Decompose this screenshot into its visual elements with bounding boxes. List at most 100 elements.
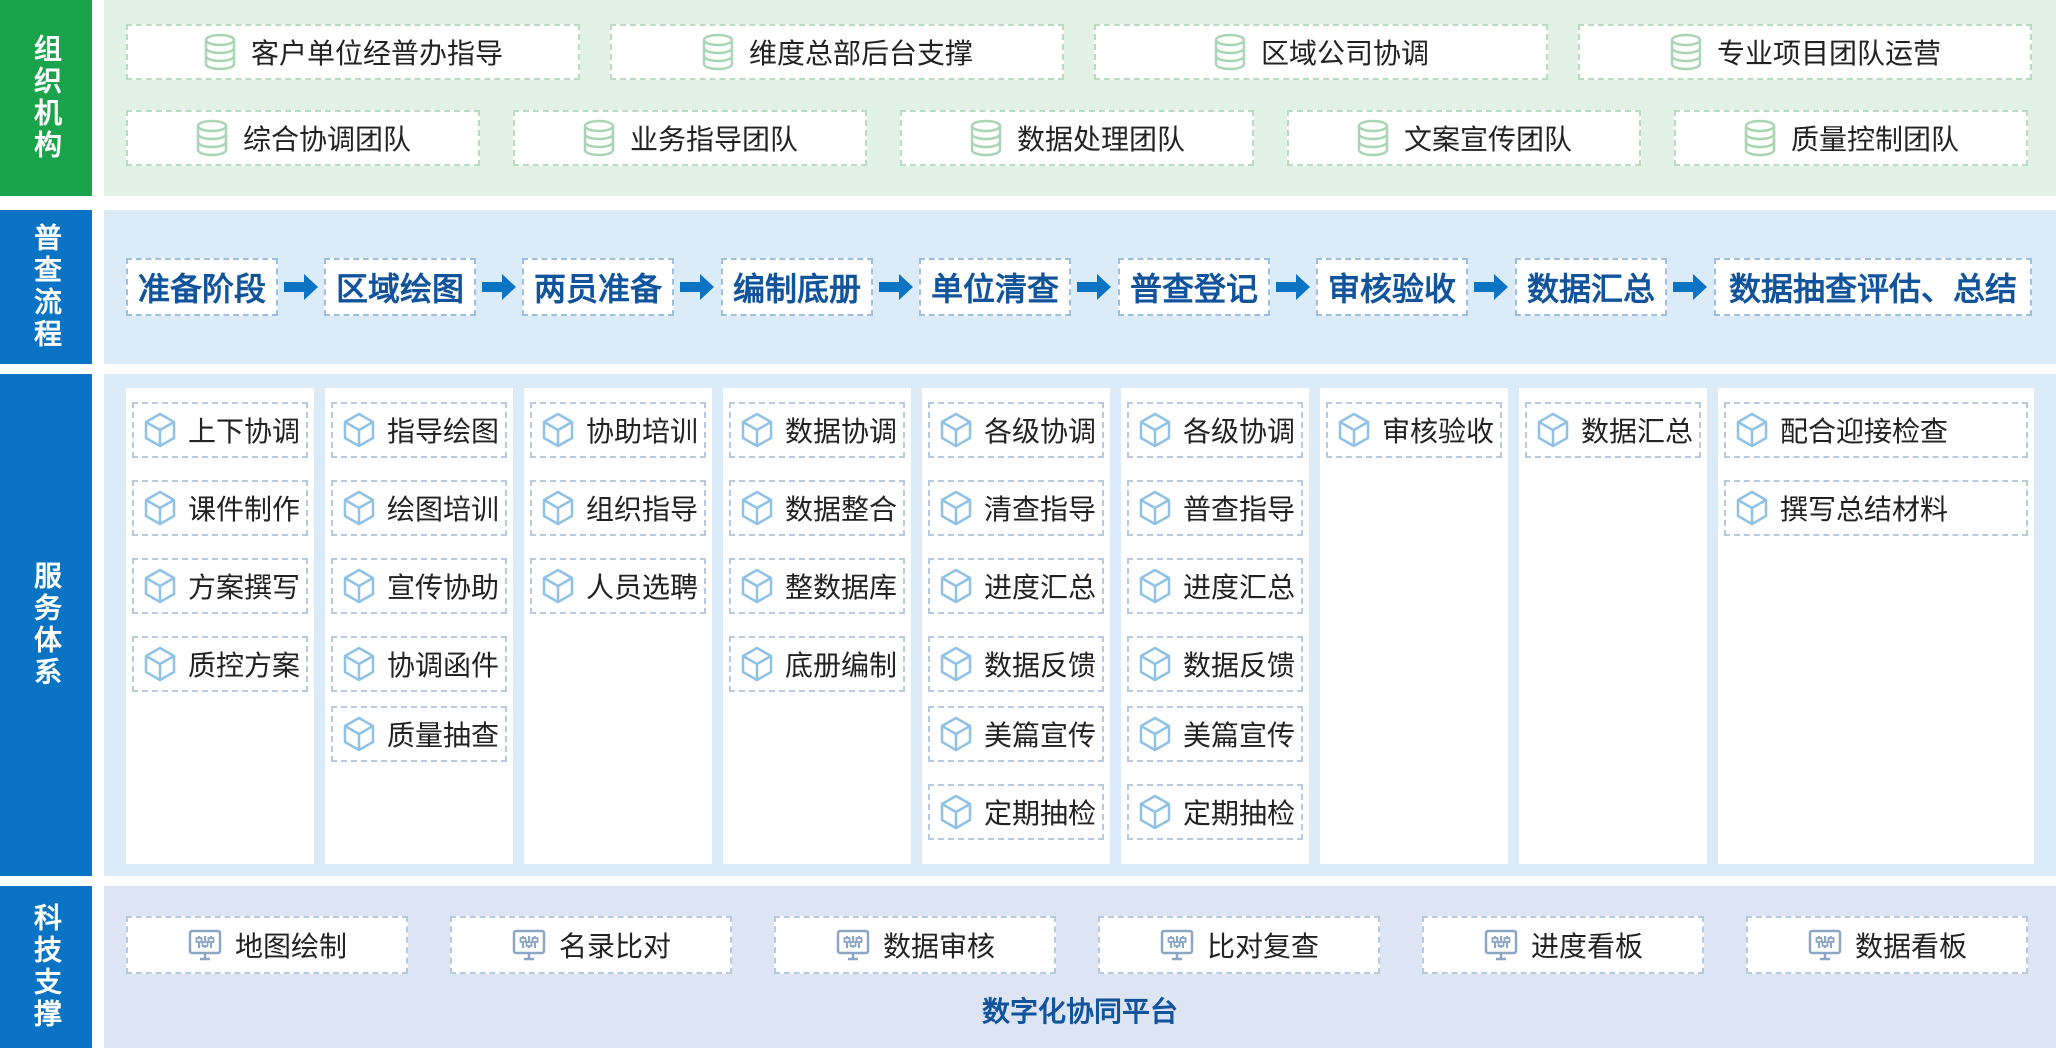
org-panel: 客户单位经普办指导 维度总部后台支撑 区域公司协调 专业项目团队运营 综合协调团队 业务指… xyxy=(104,0,2056,196)
cube-icon xyxy=(341,411,377,449)
service-item: 各级协调 xyxy=(1127,402,1303,458)
monitor-settings-icon xyxy=(1483,928,1519,962)
service-panel: 上下协调 课件制作 方案撰写 质控方案 指导绘图 绘图培训 宣传协助 协调函件 质量抽查 协助培训… xyxy=(104,374,2056,876)
cube-icon xyxy=(1336,411,1372,449)
service-item: 数据汇总 xyxy=(1525,402,1701,458)
service-item: 宣传协助 xyxy=(331,558,507,614)
service-item: 上下协调 xyxy=(132,402,308,458)
tech-item: 数据看板 xyxy=(1746,916,2028,974)
service-column: 各级协调 清查指导 进度汇总 数据反馈 美篇宣传 定期抽检 xyxy=(922,388,1110,864)
org-unit-box-label: 专业项目团队运营 xyxy=(1716,37,1941,70)
process-step: 普查登记 xyxy=(1118,258,1270,316)
process-step: 编制底册 xyxy=(721,258,873,316)
tech-item: 数据审核 xyxy=(774,916,1056,974)
service-item: 清查指导 xyxy=(928,480,1104,536)
cube-icon xyxy=(739,411,775,449)
process-step: 单位清查 xyxy=(919,258,1071,316)
service-item-label: 各级协调 xyxy=(984,415,1097,448)
service-item-label: 审核验收 xyxy=(1382,415,1495,448)
process-step: 审核验收 xyxy=(1316,258,1468,316)
tech-panel: 数字化协同平台 地图绘制 名录比对 数据审核 比对复查 进度看板 数据看板 xyxy=(104,886,2056,1048)
org-unit-box-label: 维度总部后台支撑 xyxy=(748,37,973,70)
cube-icon xyxy=(739,645,775,683)
service-item: 课件制作 xyxy=(132,480,308,536)
org-team-box-label: 质量控制团队 xyxy=(1790,123,1959,156)
database-icon xyxy=(1669,33,1703,71)
service-item: 美篇宣传 xyxy=(1127,706,1303,762)
arrow-right-icon xyxy=(1276,274,1310,300)
service-column: 上下协调课件制作方案撰写质控方案 xyxy=(126,388,314,864)
org-team-box: 文案宣传团队 xyxy=(1287,110,1641,166)
cube-icon xyxy=(1734,411,1770,449)
service-item: 配合迎接检查 xyxy=(1724,402,2028,458)
cube-icon xyxy=(142,567,178,605)
service-column: 各级协调 普查指导 进度汇总 数据反馈 美篇宣传 定期抽检 xyxy=(1121,388,1309,864)
service-item: 指导绘图 xyxy=(331,402,507,458)
service-item-label: 宣传协助 xyxy=(387,571,500,604)
org-team-box: 业务指导团队 xyxy=(513,110,867,166)
cube-icon xyxy=(540,489,576,527)
tech-section: 科技支撑 数字化协同平台 地图绘制 名录比对 数据审核 比对复查 进度看板 数据看板 xyxy=(0,886,2056,1048)
service-item-label: 配合迎接检查 xyxy=(1780,415,1949,448)
cube-icon xyxy=(1137,793,1173,831)
cube-icon xyxy=(142,645,178,683)
tech-item-label: 比对复查 xyxy=(1206,930,1319,963)
org-team-box: 数据处理团队 xyxy=(900,110,1254,166)
org-unit-box-label: 区域公司协调 xyxy=(1260,37,1429,70)
monitor-settings-icon xyxy=(187,928,223,962)
database-icon xyxy=(1356,119,1390,157)
cube-icon xyxy=(1535,411,1571,449)
service-item: 美篇宣传 xyxy=(928,706,1104,762)
cube-icon xyxy=(1137,411,1173,449)
service-item: 定期抽检 xyxy=(928,784,1104,840)
org-section: 组织机构 客户单位经普办指导 维度总部后台支撑 区域公司协调 专业项目团队运营 综合协调… xyxy=(0,0,2056,196)
service-item: 定期抽检 xyxy=(1127,784,1303,840)
cube-icon xyxy=(1734,489,1770,527)
process-section: 普查流程 准备阶段 区域绘图 两员准备 编制底册 单位清查 普查登记 审核验收 数据汇总 数据抽… xyxy=(0,210,2056,364)
org-team-box: 综合协调团队 xyxy=(126,110,480,166)
service-item: 方案撰写 xyxy=(132,558,308,614)
database-icon xyxy=(1213,33,1247,71)
service-item: 数据反馈 xyxy=(1127,636,1303,692)
org-team-box-label: 综合协调团队 xyxy=(242,123,411,156)
service-item-label: 数据汇总 xyxy=(1581,415,1694,448)
process-panel: 准备阶段 区域绘图 两员准备 编制底册 单位清查 普查登记 审核验收 数据汇总 数据抽查评估、总… xyxy=(104,210,2056,364)
arrow-right-icon xyxy=(284,274,318,300)
tech-side-label: 科技支撑 xyxy=(0,886,92,1048)
database-icon xyxy=(969,119,1003,157)
cube-icon xyxy=(938,715,974,753)
service-item-label: 各级协调 xyxy=(1183,415,1296,448)
service-item-label: 清查指导 xyxy=(984,493,1097,526)
database-icon xyxy=(1743,119,1777,157)
service-column: 协助培训 组织指导 人员选聘 xyxy=(524,388,712,864)
monitor-settings-icon xyxy=(835,928,871,962)
service-item-label: 撰写总结材料 xyxy=(1780,493,1949,526)
service-item: 底册编制 xyxy=(729,636,905,692)
service-item: 数据反馈 xyxy=(928,636,1104,692)
service-item-label: 定期抽检 xyxy=(984,797,1097,830)
service-item-label: 底册编制 xyxy=(785,649,898,682)
monitor-settings-icon xyxy=(511,928,547,962)
cube-icon xyxy=(739,489,775,527)
service-item-label: 数据协调 xyxy=(785,415,898,448)
service-item: 普查指导 xyxy=(1127,480,1303,536)
platform-label: 数字化协同平台 xyxy=(981,995,1178,1028)
cube-icon xyxy=(1137,489,1173,527)
service-item: 质控方案 xyxy=(132,636,308,692)
cube-icon xyxy=(938,793,974,831)
service-column: 数据汇总 xyxy=(1519,388,1707,864)
service-item: 数据整合 xyxy=(729,480,905,536)
cube-icon xyxy=(142,411,178,449)
service-item: 撰写总结材料 xyxy=(1724,480,2028,536)
service-item: 质量抽查 xyxy=(331,706,507,762)
service-item: 协调函件 xyxy=(331,636,507,692)
service-column: 审核验收 xyxy=(1320,388,1508,864)
arrow-right-icon xyxy=(1077,274,1111,300)
process-step: 两员准备 xyxy=(522,258,674,316)
org-unit-box: 区域公司协调 xyxy=(1094,24,1548,80)
service-item: 审核验收 xyxy=(1326,402,1502,458)
service-item-label: 质控方案 xyxy=(188,649,301,682)
org-team-box-label: 数据处理团队 xyxy=(1016,123,1185,156)
process-step: 准备阶段 xyxy=(126,258,278,316)
cube-icon xyxy=(938,411,974,449)
